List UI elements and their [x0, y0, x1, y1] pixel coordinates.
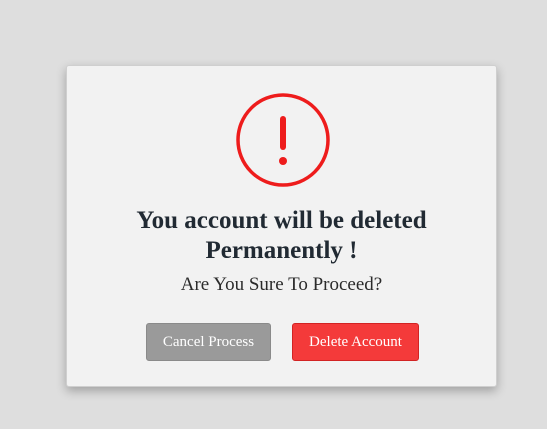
- delete-account-button[interactable]: Delete Account: [292, 323, 419, 361]
- dialog-title-line-1: You account will be deleted: [136, 207, 427, 234]
- dialog-title: You account will be deleted Permanently …: [67, 206, 496, 266]
- confirm-delete-dialog: You account will be deleted Permanently …: [66, 65, 497, 387]
- dialog-subtitle: Are You Sure To Proceed?: [180, 274, 383, 295]
- exclamation-circle-icon: [236, 93, 330, 187]
- cancel-process-button[interactable]: Cancel Process: [146, 323, 271, 361]
- dialog-title-line-2: Permanently !: [205, 237, 358, 264]
